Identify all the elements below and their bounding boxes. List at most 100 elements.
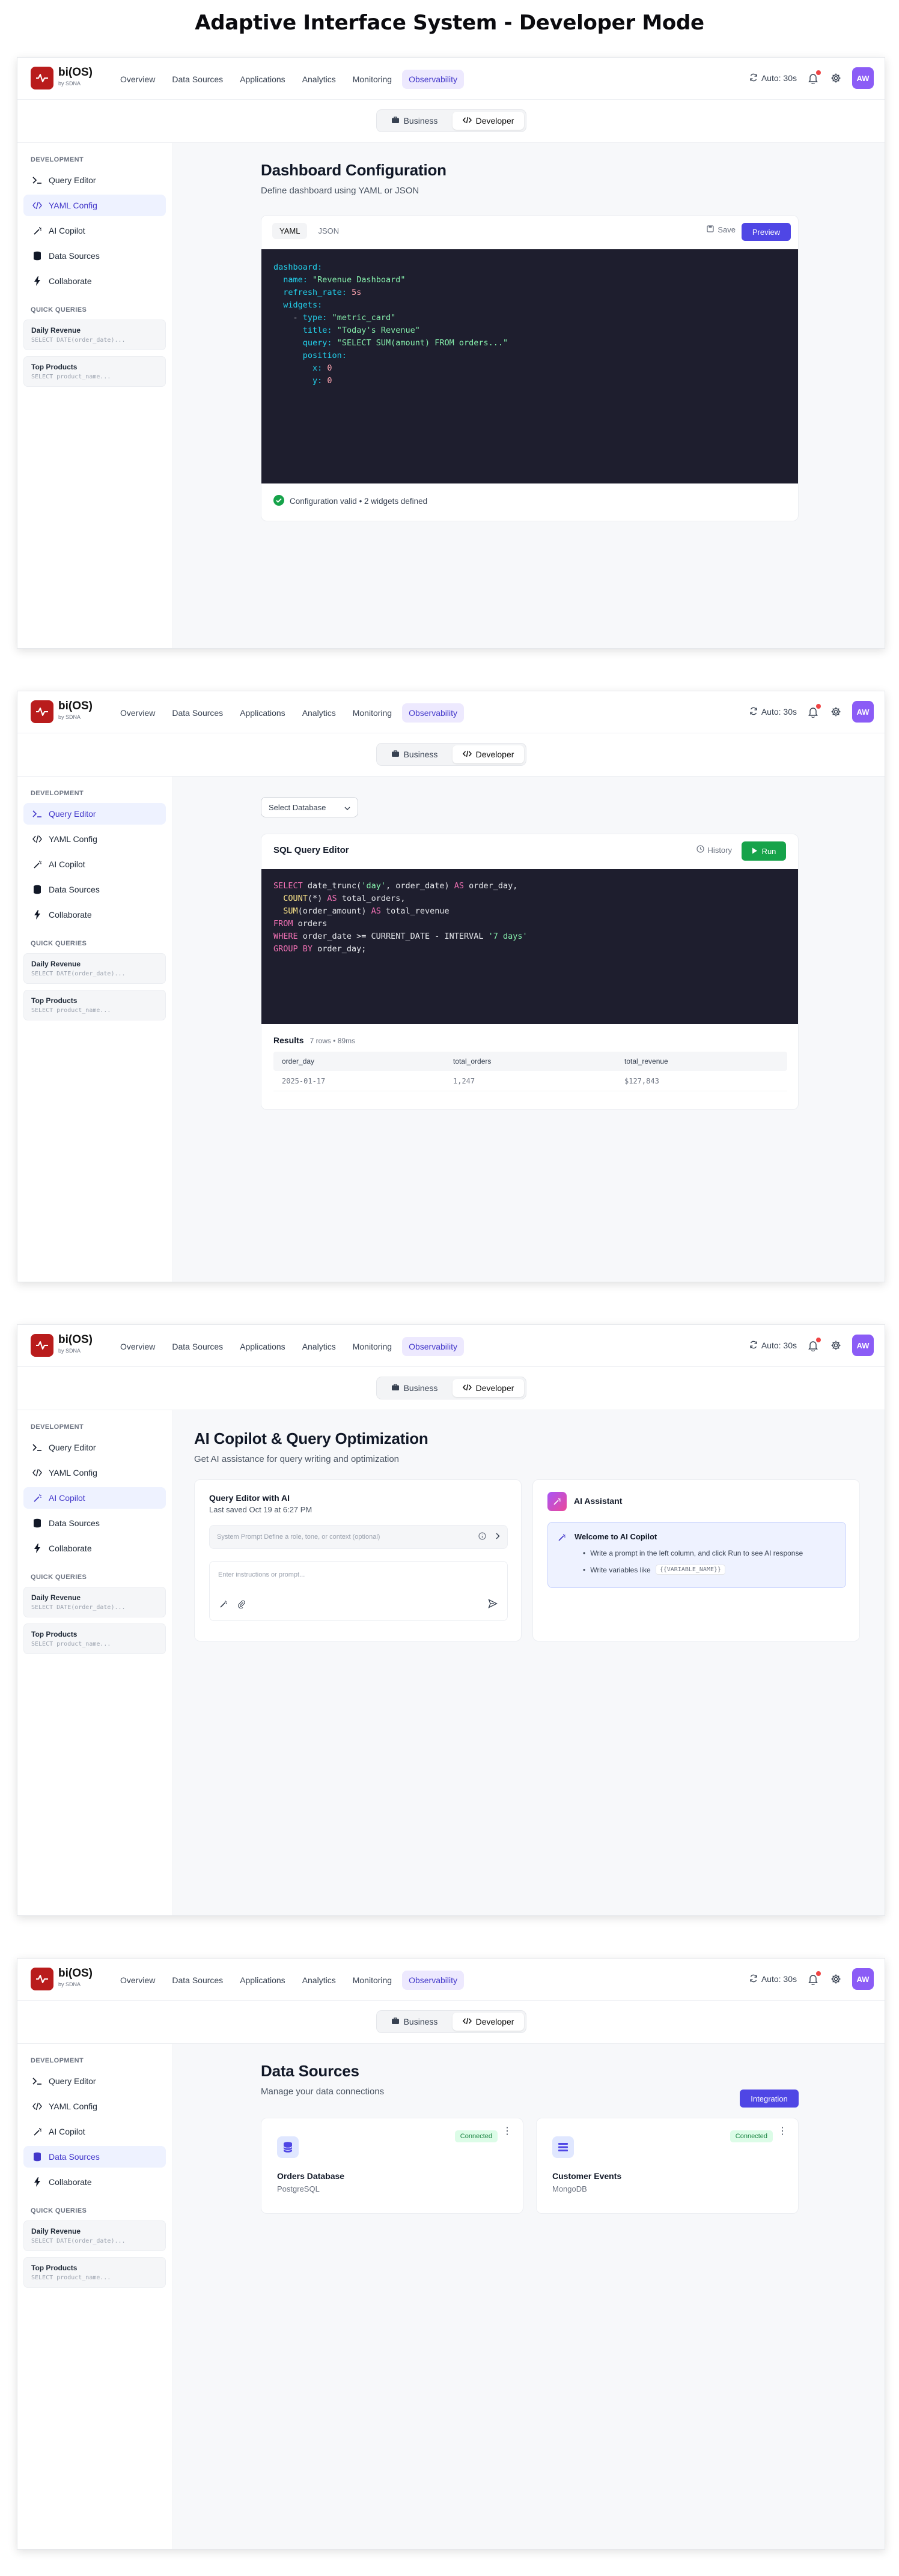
auto-refresh-button[interactable]: Auto: 30s <box>749 73 797 83</box>
business-mode-button[interactable]: Business <box>379 1379 450 1397</box>
avatar[interactable]: AW <box>852 1335 874 1356</box>
bell-icon[interactable] <box>806 1971 821 1986</box>
quick-query-card[interactable]: Daily Revenue SELECT DATE(order_date)... <box>23 320 166 350</box>
nav-analytics[interactable]: Analytics <box>296 703 343 723</box>
logo-icon[interactable] <box>31 67 53 89</box>
business-mode-button[interactable]: Business <box>379 2013 450 2031</box>
history-button[interactable]: History <box>696 845 732 855</box>
auto-refresh-button[interactable]: Auto: 30s <box>749 1341 797 1351</box>
developer-mode-button[interactable]: Developer <box>453 745 524 763</box>
bell-icon[interactable] <box>806 70 821 85</box>
database-select[interactable]: Select Database <box>261 797 358 817</box>
logo-icon[interactable] <box>31 1334 53 1357</box>
nav-overview[interactable]: Overview <box>114 70 162 89</box>
nav-monitoring[interactable]: Monitoring <box>346 1971 398 1990</box>
quick-query-card[interactable]: Top Products SELECT product_name... <box>23 2257 166 2288</box>
instructions-field[interactable]: Enter instructions or prompt... <box>209 1561 508 1621</box>
sidebar-item-data-sources[interactable]: Data Sources <box>23 245 166 267</box>
nav-data-sources[interactable]: Data Sources <box>165 1971 230 1990</box>
chevron-right-icon[interactable] <box>496 1533 500 1541</box>
nav-overview[interactable]: Overview <box>114 703 162 723</box>
paperclip-icon[interactable] <box>237 1600 246 1611</box>
quick-query-card[interactable]: Daily Revenue SELECT DATE(order_date)... <box>23 2220 166 2251</box>
developer-mode-button[interactable]: Developer <box>453 2013 524 2031</box>
business-mode-button[interactable]: Business <box>379 112 450 130</box>
avatar[interactable]: AW <box>852 701 874 723</box>
nav-analytics[interactable]: Analytics <box>296 1337 343 1356</box>
more-vertical-icon[interactable]: ⋮ <box>502 2127 512 2136</box>
nav-observability[interactable]: Observability <box>402 1971 465 1990</box>
developer-mode-button[interactable]: Developer <box>453 1379 524 1397</box>
bell-icon[interactable] <box>806 704 821 718</box>
gear-icon[interactable] <box>829 1972 843 1986</box>
nav-applications[interactable]: Applications <box>233 70 292 89</box>
sidebar-item-collaborate[interactable]: Collaborate <box>23 904 166 926</box>
more-vertical-icon[interactable]: ⋮ <box>778 2127 787 2136</box>
send-icon[interactable] <box>488 1599 498 1611</box>
nav-monitoring[interactable]: Monitoring <box>346 1337 398 1356</box>
sidebar-item-ai-copilot[interactable]: AI Copilot <box>23 2121 166 2142</box>
gear-icon[interactable] <box>829 71 843 85</box>
nav-data-sources[interactable]: Data Sources <box>165 70 230 89</box>
data-source-card[interactable]: Connected ⋮ Orders Database PostgreSQL <box>261 2118 523 2214</box>
quick-query-card[interactable]: Top Products SELECT product_name... <box>23 356 166 387</box>
quick-query-card[interactable]: Top Products SELECT product_name... <box>23 990 166 1020</box>
nav-observability[interactable]: Observability <box>402 703 465 723</box>
auto-refresh-button[interactable]: Auto: 30s <box>749 1974 797 1984</box>
avatar[interactable]: AW <box>852 67 874 89</box>
run-button[interactable]: Run <box>742 841 786 861</box>
logo-icon[interactable] <box>31 1968 53 1990</box>
yaml-code-area[interactable]: dashboard: name: "Revenue Dashboard" ref… <box>261 249 798 483</box>
nav-applications[interactable]: Applications <box>233 1971 292 1990</box>
nav-monitoring[interactable]: Monitoring <box>346 703 398 723</box>
nav-analytics[interactable]: Analytics <box>296 1971 343 1990</box>
nav-overview[interactable]: Overview <box>114 1337 162 1356</box>
quick-query-card[interactable]: Daily Revenue SELECT DATE(order_date)... <box>23 953 166 984</box>
sidebar-item-collaborate[interactable]: Collaborate <box>23 1538 166 1559</box>
sidebar-item-yaml-config[interactable]: YAML Config <box>23 828 166 850</box>
sql-code-area[interactable]: SELECT date_trunc('day', order_date) AS … <box>261 869 798 1024</box>
developer-mode-button[interactable]: Developer <box>453 112 524 130</box>
logo-icon[interactable] <box>31 700 53 723</box>
sidebar-item-collaborate[interactable]: Collaborate <box>23 270 166 292</box>
sidebar-item-query-editor[interactable]: Query Editor <box>23 803 166 825</box>
sidebar-item-ai-copilot[interactable]: AI Copilot <box>23 853 166 875</box>
nav-monitoring[interactable]: Monitoring <box>346 70 398 89</box>
gear-icon[interactable] <box>829 1339 843 1352</box>
sidebar-item-data-sources[interactable]: Data Sources <box>23 2146 166 2168</box>
sidebar-item-data-sources[interactable]: Data Sources <box>23 879 166 900</box>
bell-icon[interactable] <box>806 1338 821 1352</box>
magic-wand-icon[interactable] <box>219 1600 228 1611</box>
nav-analytics[interactable]: Analytics <box>296 70 343 89</box>
gear-icon[interactable] <box>829 705 843 718</box>
nav-applications[interactable]: Applications <box>233 703 292 723</box>
avatar[interactable]: AW <box>852 1968 874 1990</box>
info-icon[interactable] <box>478 1532 486 1542</box>
sidebar-item-ai-copilot[interactable]: AI Copilot <box>23 1487 166 1509</box>
sidebar-item-yaml-config[interactable]: YAML Config <box>23 2096 166 2117</box>
sidebar-item-collaborate[interactable]: Collaborate <box>23 2171 166 2193</box>
nav-overview[interactable]: Overview <box>114 1971 162 1990</box>
nav-observability[interactable]: Observability <box>402 1337 465 1356</box>
auto-refresh-button[interactable]: Auto: 30s <box>749 707 797 717</box>
sidebar-item-yaml-config[interactable]: YAML Config <box>23 1462 166 1483</box>
save-button[interactable]: Save <box>707 225 736 234</box>
tab-json[interactable]: JSON <box>311 223 346 239</box>
system-prompt-field[interactable]: System Prompt Define a role, tone, or co… <box>209 1525 508 1549</box>
sidebar-item-query-editor[interactable]: Query Editor <box>23 169 166 191</box>
business-mode-button[interactable]: Business <box>379 745 450 763</box>
nav-observability[interactable]: Observability <box>402 70 465 89</box>
nav-applications[interactable]: Applications <box>233 1337 292 1356</box>
nav-data-sources[interactable]: Data Sources <box>165 703 230 723</box>
sidebar-item-yaml-config[interactable]: YAML Config <box>23 195 166 216</box>
data-source-card[interactable]: Connected ⋮ Customer Events MongoDB <box>536 2118 799 2214</box>
sidebar-item-query-editor[interactable]: Query Editor <box>23 1437 166 1458</box>
sidebar-item-query-editor[interactable]: Query Editor <box>23 2070 166 2092</box>
nav-data-sources[interactable]: Data Sources <box>165 1337 230 1356</box>
sidebar-item-data-sources[interactable]: Data Sources <box>23 1512 166 1534</box>
tab-yaml[interactable]: YAML <box>272 223 308 239</box>
quick-query-card[interactable]: Daily Revenue SELECT DATE(order_date)... <box>23 1587 166 1617</box>
integration-button[interactable]: Integration <box>740 2090 799 2108</box>
quick-query-card[interactable]: Top Products SELECT product_name... <box>23 1623 166 1654</box>
preview-button[interactable]: Preview <box>742 223 791 241</box>
